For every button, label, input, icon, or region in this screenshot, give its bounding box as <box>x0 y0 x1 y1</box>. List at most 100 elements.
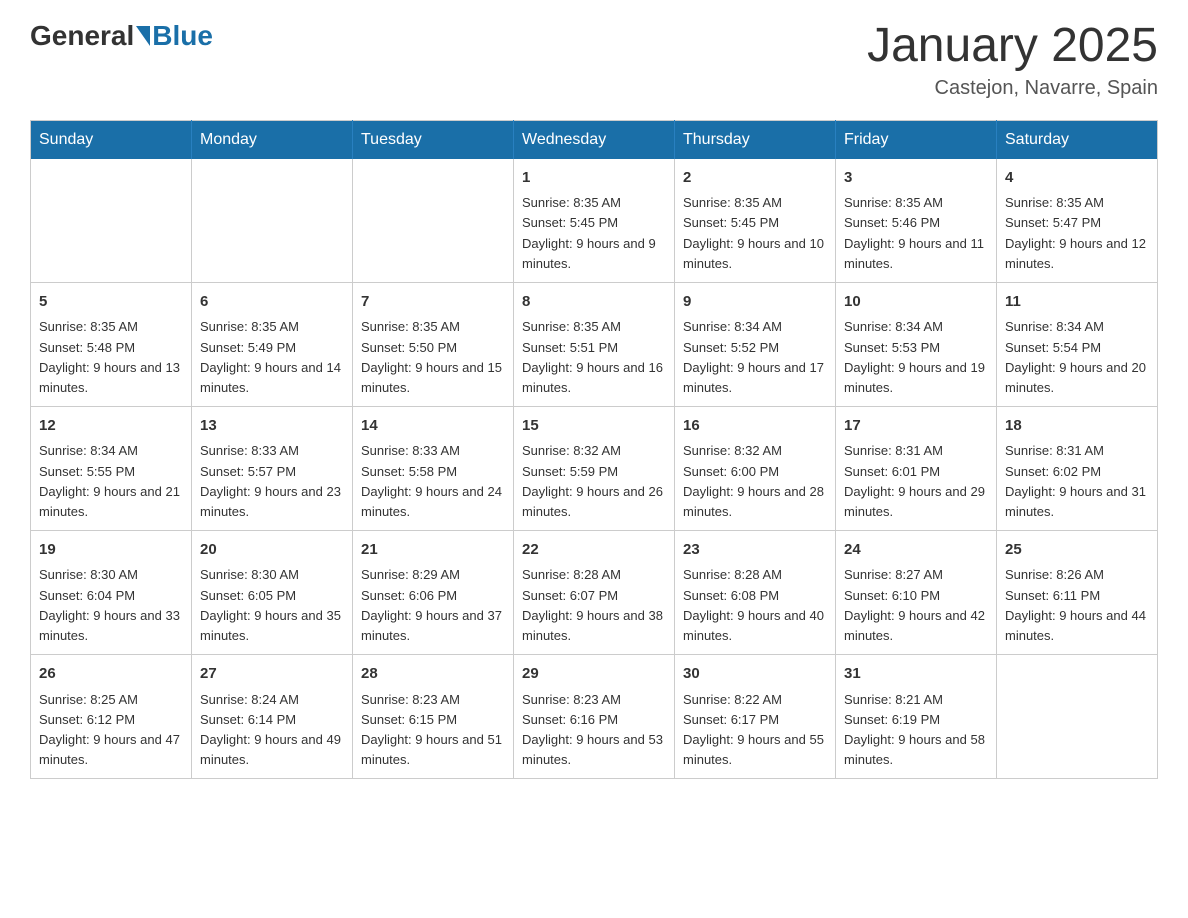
calendar-cell: 30 Sunrise: 8:22 AM Sunset: 6:17 PM Dayli… <box>675 655 836 779</box>
calendar-cell: 19Sunrise: 8:30 AM Sunset: 6:04 PM Dayli… <box>31 530 192 654</box>
month-title: January 2025 <box>867 20 1158 73</box>
day-info: Sunrise: 8:32 AM Sunset: 5:59 PM Dayligh… <box>522 441 666 522</box>
calendar-cell <box>353 159 514 283</box>
calendar-header-thursday: Thursday <box>675 120 836 159</box>
calendar-cell: 22 Sunrise: 8:28 AM Sunset: 6:07 PM Dayli… <box>514 530 675 654</box>
day-number: 1 <box>522 167 666 190</box>
day-info: Sunrise: 8:25 AM Sunset: 6:12 PM Dayligh… <box>39 690 183 771</box>
day-info: Sunrise: 8:35 AM Sunset: 5:47 PM Dayligh… <box>1005 193 1149 274</box>
calendar-header-row: SundayMondayTuesdayWednesdayThursdayFrid… <box>31 120 1158 159</box>
day-number: 10 <box>844 291 988 314</box>
day-info: Sunrise: 8:26 AM Sunset: 6:11 PM Dayligh… <box>1005 565 1149 646</box>
calendar-cell: 11 Sunrise: 8:34 AM Sunset: 5:54 PM Dayli… <box>997 282 1158 406</box>
day-number: 23 <box>683 539 827 562</box>
calendar-header-tuesday: Tuesday <box>353 120 514 159</box>
logo: General Blue <box>30 20 213 52</box>
calendar-week-5: 26 Sunrise: 8:25 AM Sunset: 6:12 PM Dayli… <box>31 655 1158 779</box>
day-info: Sunrise: 8:29 AM Sunset: 6:06 PM Dayligh… <box>361 565 505 646</box>
day-number: 26 <box>39 663 183 686</box>
day-number: 19 <box>39 539 183 562</box>
day-number: 16 <box>683 415 827 438</box>
day-number: 30 <box>683 663 827 686</box>
calendar-cell: 29Sunrise: 8:23 AM Sunset: 6:16 PM Dayli… <box>514 655 675 779</box>
calendar-cell: 20Sunrise: 8:30 AM Sunset: 6:05 PM Dayli… <box>192 530 353 654</box>
day-info: Sunrise: 8:24 AM Sunset: 6:14 PM Dayligh… <box>200 690 344 771</box>
day-info: Sunrise: 8:31 AM Sunset: 6:01 PM Dayligh… <box>844 441 988 522</box>
logo-triangle-icon <box>136 26 150 46</box>
day-number: 14 <box>361 415 505 438</box>
day-info: Sunrise: 8:30 AM Sunset: 6:05 PM Dayligh… <box>200 565 344 646</box>
calendar-cell: 14 Sunrise: 8:33 AM Sunset: 5:58 PM Dayli… <box>353 406 514 530</box>
day-number: 28 <box>361 663 505 686</box>
calendar-cell <box>31 159 192 283</box>
calendar-cell: 28 Sunrise: 8:23 AM Sunset: 6:15 PM Dayli… <box>353 655 514 779</box>
calendar-cell: 7Sunrise: 8:35 AM Sunset: 5:50 PM Daylig… <box>353 282 514 406</box>
calendar-cell: 15 Sunrise: 8:32 AM Sunset: 5:59 PM Dayli… <box>514 406 675 530</box>
calendar-cell: 1 Sunrise: 8:35 AM Sunset: 5:45 PM Daylig… <box>514 159 675 283</box>
day-number: 8 <box>522 291 666 314</box>
day-number: 18 <box>1005 415 1149 438</box>
calendar-cell: 10 Sunrise: 8:34 AM Sunset: 5:53 PM Dayli… <box>836 282 997 406</box>
calendar-week-4: 19Sunrise: 8:30 AM Sunset: 6:04 PM Dayli… <box>31 530 1158 654</box>
day-number: 9 <box>683 291 827 314</box>
calendar-cell: 2 Sunrise: 8:35 AM Sunset: 5:45 PM Daylig… <box>675 159 836 283</box>
day-info: Sunrise: 8:28 AM Sunset: 6:07 PM Dayligh… <box>522 565 666 646</box>
day-number: 5 <box>39 291 183 314</box>
title-section: January 2025 Castejon, Navarre, Spain <box>867 20 1158 100</box>
calendar-cell: 17 Sunrise: 8:31 AM Sunset: 6:01 PM Dayli… <box>836 406 997 530</box>
calendar-cell: 4 Sunrise: 8:35 AM Sunset: 5:47 PM Daylig… <box>997 159 1158 283</box>
calendar-cell: 3 Sunrise: 8:35 AM Sunset: 5:46 PM Daylig… <box>836 159 997 283</box>
calendar-table: SundayMondayTuesdayWednesdayThursdayFrid… <box>30 120 1158 779</box>
day-number: 21 <box>361 539 505 562</box>
day-info: Sunrise: 8:34 AM Sunset: 5:54 PM Dayligh… <box>1005 317 1149 398</box>
calendar-week-3: 12 Sunrise: 8:34 AM Sunset: 5:55 PM Dayli… <box>31 406 1158 530</box>
calendar-cell: 27 Sunrise: 8:24 AM Sunset: 6:14 PM Dayli… <box>192 655 353 779</box>
day-number: 29 <box>522 663 666 686</box>
day-info: Sunrise: 8:35 AM Sunset: 5:45 PM Dayligh… <box>683 193 827 274</box>
day-info: Sunrise: 8:35 AM Sunset: 5:51 PM Dayligh… <box>522 317 666 398</box>
day-number: 12 <box>39 415 183 438</box>
day-number: 24 <box>844 539 988 562</box>
calendar-cell: 25 Sunrise: 8:26 AM Sunset: 6:11 PM Dayli… <box>997 530 1158 654</box>
day-info: Sunrise: 8:34 AM Sunset: 5:53 PM Dayligh… <box>844 317 988 398</box>
calendar-cell <box>192 159 353 283</box>
day-info: Sunrise: 8:31 AM Sunset: 6:02 PM Dayligh… <box>1005 441 1149 522</box>
day-number: 31 <box>844 663 988 686</box>
day-info: Sunrise: 8:27 AM Sunset: 6:10 PM Dayligh… <box>844 565 988 646</box>
day-info: Sunrise: 8:22 AM Sunset: 6:17 PM Dayligh… <box>683 690 827 771</box>
day-number: 4 <box>1005 167 1149 190</box>
day-number: 27 <box>200 663 344 686</box>
day-number: 3 <box>844 167 988 190</box>
day-number: 6 <box>200 291 344 314</box>
calendar-cell: 21 Sunrise: 8:29 AM Sunset: 6:06 PM Dayli… <box>353 530 514 654</box>
day-info: Sunrise: 8:35 AM Sunset: 5:49 PM Dayligh… <box>200 317 344 398</box>
logo-blue-text: Blue <box>152 20 213 52</box>
day-info: Sunrise: 8:34 AM Sunset: 5:55 PM Dayligh… <box>39 441 183 522</box>
day-number: 22 <box>522 539 666 562</box>
day-number: 17 <box>844 415 988 438</box>
calendar-cell: 6 Sunrise: 8:35 AM Sunset: 5:49 PM Daylig… <box>192 282 353 406</box>
day-number: 11 <box>1005 291 1149 314</box>
day-number: 15 <box>522 415 666 438</box>
calendar-cell <box>997 655 1158 779</box>
calendar-header-monday: Monday <box>192 120 353 159</box>
day-number: 7 <box>361 291 505 314</box>
day-info: Sunrise: 8:33 AM Sunset: 5:58 PM Dayligh… <box>361 441 505 522</box>
day-info: Sunrise: 8:35 AM Sunset: 5:45 PM Dayligh… <box>522 193 666 274</box>
calendar-header-saturday: Saturday <box>997 120 1158 159</box>
calendar-cell: 26 Sunrise: 8:25 AM Sunset: 6:12 PM Dayli… <box>31 655 192 779</box>
calendar-header-wednesday: Wednesday <box>514 120 675 159</box>
calendar-cell: 8 Sunrise: 8:35 AM Sunset: 5:51 PM Daylig… <box>514 282 675 406</box>
day-info: Sunrise: 8:28 AM Sunset: 6:08 PM Dayligh… <box>683 565 827 646</box>
day-info: Sunrise: 8:35 AM Sunset: 5:48 PM Dayligh… <box>39 317 183 398</box>
day-info: Sunrise: 8:33 AM Sunset: 5:57 PM Dayligh… <box>200 441 344 522</box>
day-number: 25 <box>1005 539 1149 562</box>
day-number: 2 <box>683 167 827 190</box>
day-info: Sunrise: 8:23 AM Sunset: 6:15 PM Dayligh… <box>361 690 505 771</box>
day-info: Sunrise: 8:35 AM Sunset: 5:46 PM Dayligh… <box>844 193 988 274</box>
day-info: Sunrise: 8:21 AM Sunset: 6:19 PM Dayligh… <box>844 690 988 771</box>
calendar-cell: 5 Sunrise: 8:35 AM Sunset: 5:48 PM Daylig… <box>31 282 192 406</box>
calendar-cell: 31 Sunrise: 8:21 AM Sunset: 6:19 PM Dayli… <box>836 655 997 779</box>
calendar-cell: 16Sunrise: 8:32 AM Sunset: 6:00 PM Dayli… <box>675 406 836 530</box>
page-header: General Blue January 2025 Castejon, Nava… <box>30 20 1158 100</box>
